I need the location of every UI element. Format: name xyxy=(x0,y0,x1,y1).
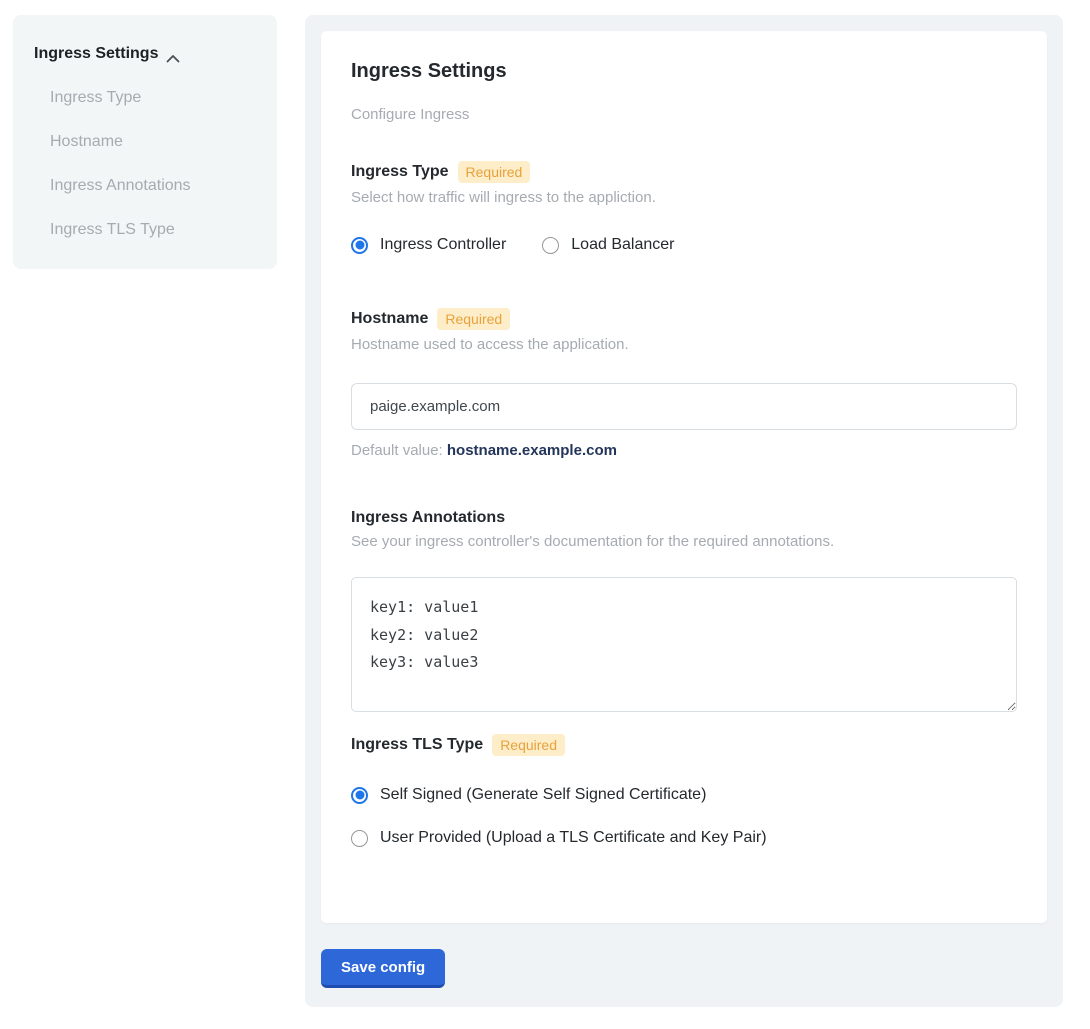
radio-icon[interactable] xyxy=(542,237,559,254)
radio-icon[interactable] xyxy=(351,787,368,804)
chevron-up-icon xyxy=(166,50,180,59)
hostname-input[interactable] xyxy=(351,383,1017,430)
sidebar-group-ingress-settings[interactable]: Ingress Settings xyxy=(34,45,257,63)
sidebar-item-ingress-type[interactable]: Ingress Type xyxy=(34,89,257,107)
radio-user-provided[interactable]: User Provided (Upload a TLS Certificate … xyxy=(351,829,1017,847)
page: Ingress Settings Ingress Type Hostname I… xyxy=(0,0,1090,1029)
sidebar-group-label: Ingress Settings xyxy=(34,45,158,63)
ingress-annotations-label: Ingress Annotations xyxy=(351,509,505,527)
hostname-help: Hostname used to access the application. xyxy=(351,336,1017,353)
section-hostname: Hostname Required Hostname used to acces… xyxy=(351,308,1017,459)
section-ingress-type: Ingress Type Required Select how traffic… xyxy=(351,161,1017,254)
radio-self-signed[interactable]: Self Signed (Generate Self Signed Certif… xyxy=(351,786,1017,804)
required-badge: Required xyxy=(458,161,531,183)
default-value-text: hostname.example.com xyxy=(447,442,617,459)
ingress-annotations-textarea[interactable]: key1: value1 key2: value2 key3: value3 xyxy=(351,577,1017,712)
sidebar: Ingress Settings Ingress Type Hostname I… xyxy=(13,15,277,269)
required-badge: Required xyxy=(492,734,565,756)
sidebar-item-hostname[interactable]: Hostname xyxy=(34,133,257,151)
section-ingress-annotations: Ingress Annotations See your ingress con… xyxy=(351,509,1017,712)
page-title: Ingress Settings xyxy=(351,60,1017,83)
radio-icon[interactable] xyxy=(351,830,368,847)
ingress-type-help: Select how traffic will ingress to the a… xyxy=(351,189,1017,206)
radio-load-balancer[interactable]: Load Balancer xyxy=(542,236,674,254)
sidebar-item-ingress-tls-type[interactable]: Ingress TLS Type xyxy=(34,221,257,239)
ingress-tls-type-label: Ingress TLS Type xyxy=(351,736,483,754)
sidebar-item-ingress-annotations[interactable]: Ingress Annotations xyxy=(34,177,257,195)
ingress-annotations-help: See your ingress controller's documentat… xyxy=(351,533,1017,550)
ingress-type-label: Ingress Type xyxy=(351,163,449,181)
radio-label: Ingress Controller xyxy=(380,236,506,254)
hostname-label: Hostname xyxy=(351,310,428,328)
radio-icon[interactable] xyxy=(351,237,368,254)
settings-panel: Ingress Settings Configure Ingress Ingre… xyxy=(305,15,1063,1007)
section-ingress-tls-type: Ingress TLS Type Required Self Signed (G… xyxy=(351,734,1017,847)
default-value-prefix: Default value: xyxy=(351,442,447,459)
radio-label: Self Signed (Generate Self Signed Certif… xyxy=(380,786,706,804)
radio-ingress-controller[interactable]: Ingress Controller xyxy=(351,236,506,254)
radio-label: User Provided (Upload a TLS Certificate … xyxy=(380,829,767,847)
page-subtitle: Configure Ingress xyxy=(351,106,1017,123)
radio-label: Load Balancer xyxy=(571,236,674,254)
ingress-settings-card: Ingress Settings Configure Ingress Ingre… xyxy=(321,31,1047,923)
hostname-default-line: Default value: hostname.example.com xyxy=(351,442,1017,459)
required-badge: Required xyxy=(437,308,510,330)
